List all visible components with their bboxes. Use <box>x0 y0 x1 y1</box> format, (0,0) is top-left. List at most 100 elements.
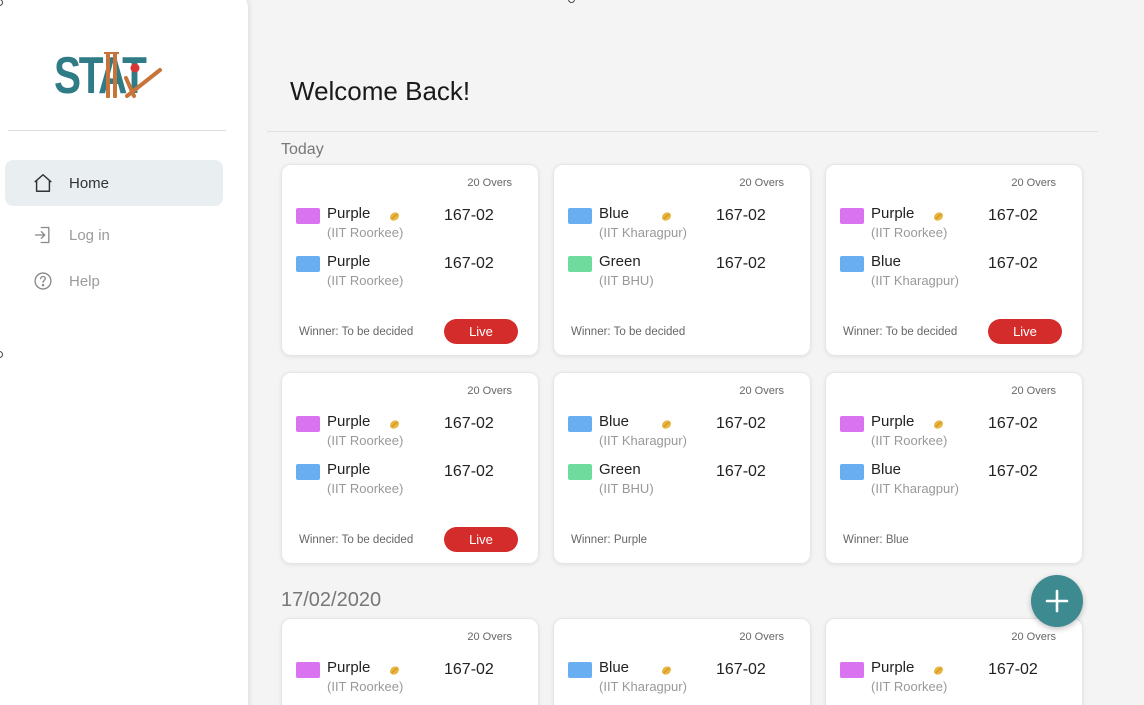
team-name: Blue <box>599 205 630 222</box>
sidebar-item-help[interactable]: Help <box>5 258 223 304</box>
team-institute: (IIT Roorkee) <box>327 225 404 240</box>
team-name: Blue <box>599 413 630 430</box>
add-match-button[interactable] <box>1031 575 1083 627</box>
winner-label: Winner: To be decided <box>571 326 686 338</box>
app-logo: STAT <box>52 48 192 104</box>
cricket-ball-icon <box>661 209 672 221</box>
section-label-today: Today <box>281 141 324 158</box>
winner-label: Winner: To be decided <box>843 326 958 338</box>
cricket-ball-icon <box>389 209 400 221</box>
team-score: 167-02 <box>716 463 766 480</box>
overs-label: 20 Overs <box>1011 631 1056 643</box>
match-card[interactable]: 20 Overs Blue (IIT Kharagpur) 167-02 Green (I… <box>553 372 811 564</box>
winner-label: Winner: To be decided <box>299 326 414 338</box>
sidebar-item-label: Home <box>69 174 110 192</box>
team-score: 167-02 <box>444 255 494 272</box>
team-name: Purple <box>327 659 371 676</box>
team-row: Blue (IIT Kharagpur) 167-02 <box>568 205 798 245</box>
live-button[interactable]: Live <box>988 319 1062 344</box>
team-row: Blue (IIT Kharagpur) 167-02 <box>840 253 1070 293</box>
help-icon <box>31 269 55 293</box>
sidebar-item-label: Log in <box>69 226 110 244</box>
team-name: Green <box>599 253 641 270</box>
team-institute: (IIT Roorkee) <box>327 481 404 496</box>
cricket-ball-icon <box>933 663 944 675</box>
match-card[interactable]: 20 Overs Purple (IIT Roorkee) 167-02 Purple (… <box>281 164 539 356</box>
team-color-swatch <box>296 208 320 224</box>
match-card[interactable]: 20 Overs Purple (IIT Roorkee) 167-02 <box>281 618 539 705</box>
match-card[interactable]: 20 Overs Purple (IIT Roorkee) 167-02 Blue (II… <box>825 164 1083 356</box>
team-score: 167-02 <box>988 207 1038 224</box>
team-institute: (IIT Kharagpur) <box>599 679 687 694</box>
team-institute: (IIT Roorkee) <box>327 679 404 694</box>
team-row: Purple (IIT Roorkee) 167-02 <box>296 253 526 293</box>
live-button[interactable]: Live <box>444 319 518 344</box>
team-name: Purple <box>327 461 371 478</box>
team-row: Green (IIT BHU) 167-02 <box>568 253 798 293</box>
sidebar-item-label: Help <box>69 272 100 290</box>
team-score: 167-02 <box>444 415 494 432</box>
team-institute: (IIT Roorkee) <box>327 273 404 288</box>
home-icon <box>31 171 55 195</box>
team-row: Green (IIT BHU) 167-02 <box>568 461 798 501</box>
team-color-swatch <box>296 464 320 480</box>
sidebar-item-login[interactable]: Log in <box>5 212 223 258</box>
team-row: Purple (IIT Roorkee) 167-02 <box>296 461 526 501</box>
live-button[interactable]: Live <box>444 527 518 552</box>
team-score: 167-02 <box>444 661 494 678</box>
team-color-swatch <box>568 662 592 678</box>
team-name: Blue <box>871 461 902 478</box>
match-card[interactable]: 20 Overs Purple (IIT Roorkee) 167-02 <box>825 618 1083 705</box>
team-row: Purple (IIT Roorkee) 167-02 <box>296 413 526 453</box>
overs-label: 20 Overs <box>1011 177 1056 189</box>
team-name: Purple <box>327 413 371 430</box>
team-color-swatch <box>840 662 864 678</box>
team-name: Purple <box>871 659 915 676</box>
team-name: Purple <box>871 413 915 430</box>
team-institute: (IIT Roorkee) <box>871 225 948 240</box>
team-name: Purple <box>327 253 371 270</box>
team-score: 167-02 <box>716 415 766 432</box>
team-score: 167-02 <box>716 207 766 224</box>
team-row: Purple (IIT Roorkee) 167-02 <box>840 205 1070 245</box>
overs-label: 20 Overs <box>739 177 784 189</box>
team-row: Purple (IIT Roorkee) 167-02 <box>840 659 1070 699</box>
team-color-swatch <box>296 416 320 432</box>
team-name: Purple <box>327 205 371 222</box>
overs-label: 20 Overs <box>739 385 784 397</box>
header-divider <box>267 131 1098 132</box>
team-color-swatch <box>568 464 592 480</box>
match-card[interactable]: 20 Overs Purple (IIT Roorkee) 167-02 Purple (… <box>281 372 539 564</box>
match-card[interactable]: 20 Overs Blue (IIT Kharagpur) 167-02 <box>553 618 811 705</box>
cricket-stumps-icon <box>104 52 162 98</box>
winner-label: Winner: Blue <box>843 534 909 546</box>
overs-label: 20 Overs <box>467 177 512 189</box>
overs-label: 20 Overs <box>1011 385 1056 397</box>
team-institute: (IIT Roorkee) <box>327 433 404 448</box>
team-institute: (IIT Roorkee) <box>871 433 948 448</box>
team-score: 167-02 <box>988 463 1038 480</box>
team-score: 167-02 <box>988 255 1038 272</box>
team-color-swatch <box>840 208 864 224</box>
overs-label: 20 Overs <box>467 385 512 397</box>
match-card[interactable]: 20 Overs Purple (IIT Roorkee) 167-02 Blue (II… <box>825 372 1083 564</box>
team-row: Purple (IIT Roorkee) 167-02 <box>296 205 526 245</box>
team-institute: (IIT BHU) <box>599 481 654 496</box>
sidebar-divider <box>8 130 226 131</box>
team-color-swatch <box>840 416 864 432</box>
team-row: Blue (IIT Kharagpur) 167-02 <box>568 413 798 453</box>
team-name: Blue <box>599 659 630 676</box>
section-label-date: 17/02/2020 <box>281 589 382 611</box>
match-card[interactable]: 20 Overs Blue (IIT Kharagpur) 167-02 Green (I… <box>553 164 811 356</box>
team-name: Blue <box>871 253 902 270</box>
team-color-swatch <box>568 416 592 432</box>
team-institute: (IIT Kharagpur) <box>871 273 959 288</box>
sidebar-item-home[interactable]: Home <box>5 160 223 206</box>
resize-handle[interactable] <box>568 0 575 3</box>
team-score: 167-02 <box>716 661 766 678</box>
team-row: Purple (IIT Roorkee) 167-02 <box>840 413 1070 453</box>
page-title: Welcome Back! <box>290 76 471 106</box>
team-institute: (IIT Kharagpur) <box>599 225 687 240</box>
team-name: Purple <box>871 205 915 222</box>
team-institute: (IIT Kharagpur) <box>599 433 687 448</box>
